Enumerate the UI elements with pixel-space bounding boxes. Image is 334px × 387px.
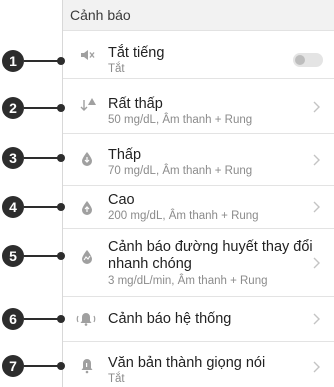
mute-subtitle: Tắt — [108, 63, 125, 75]
text-to-speech-title: Văn bản thành giọng nói — [108, 355, 266, 371]
section-header: Cảnh báo — [63, 0, 334, 31]
callout-line — [24, 206, 60, 208]
callout-dot — [57, 104, 65, 112]
callout-5: 5 — [0, 244, 70, 268]
chevron-right-icon — [311, 200, 321, 214]
callout-dot — [57, 203, 65, 211]
rate-change-title-line2: nhanh chóng — [108, 256, 192, 272]
callout-line — [24, 157, 60, 159]
callout-line — [24, 365, 60, 367]
chevron-right-icon — [311, 312, 321, 326]
callout-dot — [57, 362, 65, 370]
system-bell-icon — [75, 311, 97, 327]
mute-toggle[interactable] — [293, 53, 323, 67]
callout-6: 6 — [0, 307, 70, 331]
system-alerts-title: Cảnh báo hệ thống — [108, 311, 232, 327]
callout-dot — [57, 252, 65, 260]
callout-dot — [57, 154, 65, 162]
callout-number: 3 — [2, 147, 24, 169]
high-title: Cao — [108, 192, 135, 208]
high-subtitle: 200 mg/dL, Âm thanh + Rung — [108, 210, 259, 222]
callout-number: 6 — [2, 308, 24, 330]
callout-number: 2 — [2, 97, 24, 119]
callout-2: 2 — [0, 96, 70, 120]
chevron-right-icon — [311, 100, 321, 114]
low-subtitle: 70 mg/dL, Âm thanh + Rung — [108, 165, 253, 177]
text-to-speech-icon — [79, 358, 95, 374]
rate-change-drop-icon — [79, 249, 95, 265]
urgent-low-title: Rất thấp — [108, 96, 163, 112]
high-row[interactable]: Cao 200 mg/dL, Âm thanh + Rung — [63, 186, 334, 229]
urgent-low-row[interactable]: Rất thấp 50 mg/dL, Âm thanh + Rung — [63, 79, 334, 134]
mute-title: Tắt tiếng — [108, 45, 165, 61]
callout-number: 7 — [2, 355, 24, 377]
rate-change-row[interactable]: Cảnh báo đường huyết thay đổi nhanh chón… — [63, 229, 334, 297]
callout-number: 1 — [2, 50, 24, 72]
urgent-low-alert-icon — [79, 97, 96, 113]
low-row[interactable]: Thấp 70 mg/dL, Âm thanh + Rung — [63, 134, 334, 186]
alerts-panel: Cảnh báo Tắt tiếng Tắt Rất thấp 50 mg/dL… — [62, 0, 334, 387]
callout-7: 7 — [0, 354, 70, 378]
callout-4: 4 — [0, 195, 70, 219]
callout-dot — [57, 57, 65, 65]
callout-line — [24, 255, 60, 257]
mute-row[interactable]: Tắt tiếng Tắt — [63, 31, 334, 79]
chevron-right-icon — [311, 153, 321, 167]
low-drop-icon — [79, 151, 95, 167]
callout-line — [24, 318, 60, 320]
callout-line — [24, 60, 60, 62]
callout-number: 5 — [2, 245, 24, 267]
text-to-speech-subtitle: Tắt — [108, 373, 125, 385]
callout-3: 3 — [0, 146, 70, 170]
callout-1: 1 — [0, 49, 70, 73]
low-title: Thấp — [108, 147, 142, 163]
speaker-muted-icon — [79, 47, 95, 63]
rate-change-title-line1: Cảnh báo đường huyết thay đổi — [108, 239, 313, 255]
toggle-knob — [295, 55, 305, 65]
system-alerts-row[interactable]: Cảnh báo hệ thống — [63, 297, 334, 342]
chevron-right-icon — [311, 360, 321, 374]
rate-change-subtitle: 3 mg/dL/min, Âm thanh + Rung — [108, 275, 268, 287]
text-to-speech-row[interactable]: Văn bản thành giọng nói Tắt — [63, 342, 334, 387]
urgent-low-subtitle: 50 mg/dL, Âm thanh + Rung — [108, 114, 253, 126]
callout-number: 4 — [2, 196, 24, 218]
high-drop-icon — [79, 200, 95, 216]
callout-dot — [57, 315, 65, 323]
callout-line — [24, 107, 60, 109]
chevron-right-icon — [311, 256, 321, 270]
